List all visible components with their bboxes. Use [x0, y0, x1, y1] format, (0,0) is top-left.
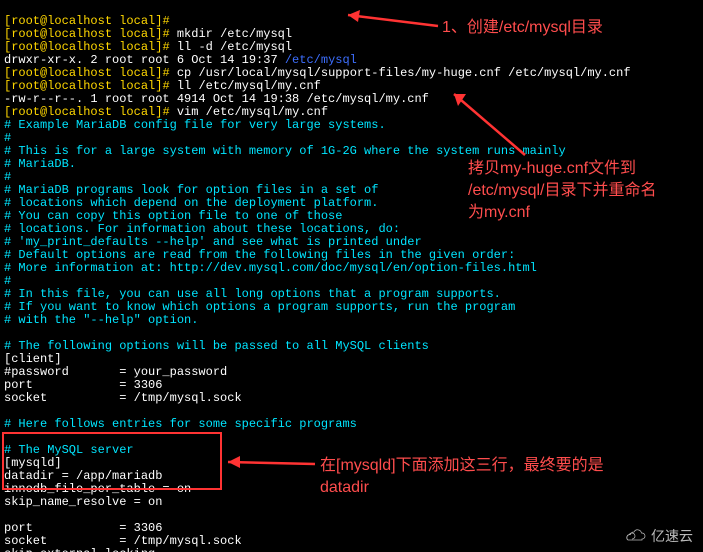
cmd-ll2: ll /etc/mysql/my.cnf	[177, 79, 321, 93]
file-comment: # This is for a large system with memory…	[4, 144, 566, 158]
file-comment: # locations which depend on the deployme…	[4, 196, 378, 210]
annotation-1: 1、创建/etc/mysql目录	[442, 17, 603, 39]
ls-output: drwxr-xr-x. 2 root root 6 Oct 14 19:37	[4, 53, 285, 67]
config-line: socket = /tmp/mysql.sock	[4, 534, 242, 548]
highlight-box	[2, 432, 222, 490]
annotation-2: 拷贝my-huge.cnf文件到 /etc/mysql/目录下并重命名 为my.…	[468, 158, 656, 224]
annotation-2-line2: /etc/mysql/目录下并重命名	[468, 180, 656, 202]
file-comment: # 'my_print_defaults --help' and see wha…	[4, 235, 422, 249]
file-comment: #	[4, 131, 11, 145]
prompt-line: [root@localhost local]#	[4, 27, 170, 41]
file-comment: # In this file, you can use all long opt…	[4, 287, 501, 301]
file-comment: # MariaDB.	[4, 157, 76, 171]
cmd-mkdir: mkdir /etc/mysql	[177, 27, 292, 41]
watermark-text: 亿速云	[651, 530, 693, 543]
file-comment: # If you want to know which options a pr…	[4, 300, 515, 314]
file-comment: # The following options will be passed t…	[4, 339, 429, 353]
config-line: port = 3306	[4, 378, 162, 392]
cloud-icon	[623, 528, 647, 544]
ls-output: -rw-r--r--. 1 root root 4914 Oct 14 19:3…	[4, 92, 429, 106]
annotation-3-line2: datadir	[320, 477, 604, 499]
file-comment: # Default options are read from the foll…	[4, 248, 515, 262]
config-line: port = 3306	[4, 521, 162, 535]
prompt-line: [root@localhost local]#	[4, 40, 170, 54]
annotation-2-line1: 拷贝my-huge.cnf文件到	[468, 158, 656, 180]
dir-path: /etc/mysql	[285, 53, 357, 67]
annotation-3-line1: 在[mysqld]下面添加这三行，最终要的是	[320, 455, 604, 477]
file-comment: #	[4, 274, 11, 288]
prompt-line: [root@localhost local]#	[4, 79, 170, 93]
config-line: #password = your_password	[4, 365, 227, 379]
prompt-line: [root@localhost local]#	[4, 105, 170, 119]
file-comment: #	[4, 170, 11, 184]
file-comment: # More information at: http://dev.mysql.…	[4, 261, 537, 275]
cmd-cp: cp /usr/local/mysql/support-files/my-hug…	[177, 66, 631, 80]
file-comment: # Here follows entries for some specific…	[4, 417, 357, 431]
annotation-2-line3: 为my.cnf	[468, 202, 656, 224]
config-line: skip-external-locking	[4, 547, 155, 552]
prompt-line: [root@localhost local]#	[4, 66, 170, 80]
file-comment: # You can copy this option file to one o…	[4, 209, 342, 223]
cmd-ll1: ll -d /etc/mysql	[177, 40, 292, 54]
config-skipname: skip_name_resolve = on	[4, 495, 162, 509]
file-comment: # Example MariaDB config file for very l…	[4, 118, 386, 132]
cmd-vim: vim /etc/mysql/my.cnf	[177, 105, 328, 119]
watermark: 亿速云	[623, 528, 693, 544]
config-line: socket = /tmp/mysql.sock	[4, 391, 242, 405]
annotation-3: 在[mysqld]下面添加这三行，最终要的是 datadir	[320, 455, 604, 499]
section-client: [client]	[4, 352, 62, 366]
file-comment: # with the "--help" option.	[4, 313, 198, 327]
prompt-line: [root@localhost local]#	[4, 14, 170, 28]
file-comment: # MariaDB programs look for option files…	[4, 183, 378, 197]
file-comment: # locations. For information about these…	[4, 222, 400, 236]
